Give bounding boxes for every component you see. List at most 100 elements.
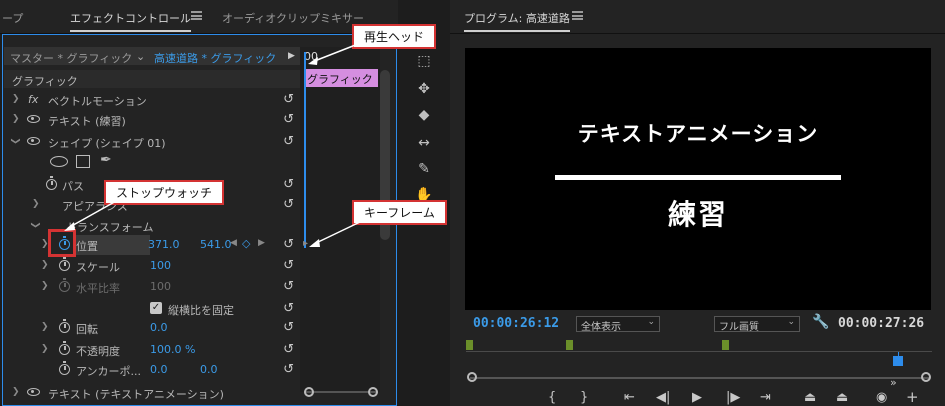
disclosure-triangle-icon[interactable]: ❯ [41,281,49,291]
track-select-icon[interactable]: ⬚ [414,52,434,70]
rectangle-mask-icon[interactable] [76,155,90,168]
stopwatch-icon[interactable] [59,278,70,292]
next-keyframe-icon[interactable]: ▶ [258,238,265,248]
reset-icon[interactable]: ↺ [283,197,294,212]
tab-audio-clip-mixer[interactable]: オーディオクリップミキサー [222,10,364,26]
stopwatch-icon[interactable] [59,341,70,355]
anchor-x-value[interactable]: 0.0 [150,363,168,376]
chevron-down-icon[interactable]: ⌄ [136,50,145,63]
pen-mask-icon[interactable]: ✒ [100,152,112,168]
extract-icon[interactable]: ⏏ [836,390,848,405]
rotation-value[interactable]: 0.0 [150,321,168,334]
disclosure-triangle-icon[interactable]: ❯ [10,137,20,145]
tab-partial[interactable]: ープ [2,10,23,26]
disclosure-triangle-icon[interactable]: ❯ [41,260,49,270]
graphic-clip[interactable]: グラフィック [304,69,378,87]
effect-row-horizontal-scale[interactable]: ❯ 水平比率 100 ↺ [4,277,300,297]
zoom-handle-left[interactable] [304,387,314,397]
lift-icon[interactable]: ⏏ [804,390,816,405]
pen-icon[interactable]: ✎ [414,160,434,178]
ellipse-mask-icon[interactable] [50,156,68,167]
export-frame-icon[interactable]: ◉ [876,390,887,405]
mark-in-icon[interactable]: { [548,390,556,405]
program-preview[interactable]: テキストアニメーション 練習 [465,48,931,310]
current-timecode[interactable]: 00:00:26:12 [473,316,559,331]
zoom-scroll-right-handle[interactable] [921,372,931,382]
effect-row-text-animation[interactable]: ❯ テキスト (テキストアニメーション) [4,383,300,403]
disclosure-triangle-icon[interactable]: ❯ [12,387,20,397]
add-keyframe-icon[interactable]: ◇ [242,237,250,250]
panel-menu-icon[interactable] [572,11,583,20]
master-source-label[interactable]: マスター * グラフィック [10,50,132,66]
go-to-in-icon[interactable]: ⇤ [624,390,635,405]
ripple-edit-icon[interactable]: ✥ [414,80,434,98]
zoom-dropdown[interactable]: 全体表示 ⌄ [576,316,660,333]
fx-icon[interactable]: fx [28,93,38,106]
reset-icon[interactable]: ↺ [283,362,294,377]
time-ruler[interactable] [466,351,932,352]
disclosure-triangle-icon[interactable]: ❯ [12,94,20,104]
reset-icon[interactable]: ↺ [283,92,294,107]
disclosure-triangle-icon[interactable]: ❯ [30,221,40,229]
eye-icon[interactable] [27,137,40,145]
reset-icon[interactable]: ↺ [283,320,294,335]
playhead-line[interactable] [304,52,306,248]
mark-out-icon[interactable]: } [580,390,588,405]
step-back-icon[interactable]: ◀| [656,390,670,405]
zoom-scroll-track[interactable] [470,377,930,379]
anchor-y-value[interactable]: 0.0 [200,363,218,376]
tab-effect-controls[interactable]: エフェクトコントロール [70,10,191,32]
slip-icon[interactable]: ↔ [414,134,434,152]
marker-icon[interactable] [466,340,473,350]
scale-value[interactable]: 100 [150,259,171,272]
step-forward-icon[interactable]: |▶ [726,390,740,405]
marker-icon[interactable] [566,340,573,350]
marker-icon[interactable] [722,340,729,350]
effect-row-scale[interactable]: ❯ スケール 100 ↺ [4,256,300,276]
disclosure-triangle-icon[interactable]: ❯ [32,199,40,209]
reset-icon[interactable]: ↺ [283,112,294,127]
tab-program[interactable]: プログラム: 高速道路 [464,10,570,32]
disclosure-triangle-icon[interactable]: ❯ [41,322,49,332]
mini-zoom-track[interactable] [304,391,378,393]
go-to-out-icon[interactable]: ⇥ [760,390,771,405]
effect-row-anchor-point[interactable]: アンカーポ... 0.0 0.0 ↺ [4,360,300,380]
zoom-scroll-left-handle[interactable] [467,372,477,382]
stopwatch-icon[interactable] [59,257,70,271]
quality-dropdown[interactable]: フル画質 ⌄ [714,316,800,333]
stopwatch-icon[interactable] [59,319,70,333]
reset-icon[interactable]: ↺ [283,258,294,273]
stopwatch-icon[interactable] [59,361,70,375]
more-controls-icon[interactable]: » [890,376,897,389]
uniform-scale-row[interactable]: ✓ 縦横比を固定 ↺ [4,299,300,319]
position-x-value[interactable]: 371.0 [148,238,180,251]
wrench-icon[interactable]: 🔧 [812,314,829,330]
disclosure-triangle-icon[interactable]: ❯ [12,114,20,124]
opacity-value[interactable]: 100.0 % [150,343,195,356]
effect-row-vector-motion[interactable]: ❯ fx ベクトルモーション ↺ [4,90,300,110]
razor-icon[interactable]: ◆ [414,106,434,124]
keyframe-marker-icon[interactable]: ▸ [303,238,308,249]
reset-icon[interactable]: ↺ [283,279,294,294]
prev-keyframe-icon[interactable]: ◀ [230,238,237,248]
reset-icon[interactable]: ↺ [283,342,294,357]
effect-row-shape[interactable]: ❯ シェイプ (シェイプ 01) ↺ [4,132,300,152]
eye-icon[interactable] [27,115,40,123]
reset-icon[interactable]: ↺ [283,301,294,316]
disclosure-triangle-icon[interactable]: ❯ [41,344,49,354]
eye-icon[interactable] [27,388,40,396]
play-only-icon[interactable]: ▶ [288,51,295,61]
clip-source-label[interactable]: 高速道路 * グラフィック [154,50,276,66]
effect-row-opacity[interactable]: ❯ 不透明度 100.0 % ↺ [4,340,300,360]
effect-row-rotation[interactable]: ❯ 回転 0.0 ↺ [4,318,300,338]
effect-row-text-practice[interactable]: ❯ テキスト (練習) ↺ [4,110,300,130]
zoom-handle-right[interactable] [368,387,378,397]
stopwatch-icon[interactable] [46,176,57,190]
reset-icon[interactable]: ↺ [283,177,294,192]
panel-menu-icon[interactable] [191,11,202,20]
play-icon[interactable]: ▶ [692,390,702,405]
button-editor-icon[interactable]: + [906,388,919,406]
position-y-value[interactable]: 541.0 [200,238,232,251]
reset-icon[interactable]: ↺ [283,134,294,149]
reset-icon[interactable]: ↺ [283,237,294,252]
